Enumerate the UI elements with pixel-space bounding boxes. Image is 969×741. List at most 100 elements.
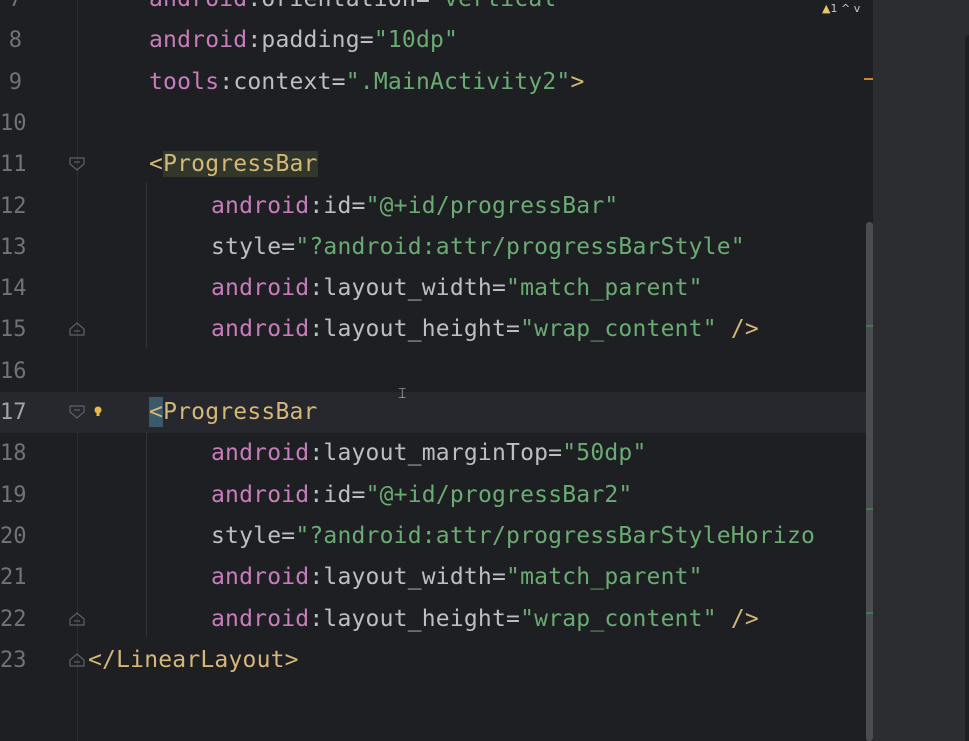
line-number[interactable]: 8 (0, 29, 22, 53)
token-punct: = (281, 233, 296, 260)
warning-marker[interactable] (864, 78, 873, 80)
code-line[interactable]: 14 android:layout_width="match_parent" (0, 268, 873, 309)
token-punct: = (506, 605, 521, 632)
token-punct: : (309, 605, 324, 632)
line-number[interactable]: 9 (0, 70, 22, 95)
vertical-scrollbar[interactable] (866, 222, 873, 741)
lightbulb-icon[interactable] (93, 405, 103, 419)
token-tag: </LinearLayout> (88, 646, 299, 673)
token-tag: /> (730, 316, 759, 343)
token-punct: = (351, 481, 366, 508)
code-text[interactable]: </LinearLayout> (88, 647, 299, 673)
token-attr: style (211, 233, 282, 260)
token-punct: = (491, 275, 507, 302)
token-attr: id (323, 481, 352, 508)
code-text[interactable]: style="?android:attr/progressBarStyleHor… (211, 523, 815, 549)
line-number[interactable]: 21 (0, 566, 27, 590)
line-number[interactable]: 12 (0, 194, 27, 219)
token-tag: ProgressBar (163, 151, 318, 178)
change-marker[interactable] (866, 325, 873, 327)
code-text[interactable]: android:id="@+id/progressBar" (211, 193, 618, 219)
line-number[interactable]: 23 (0, 648, 27, 673)
token-ns: android (211, 605, 310, 632)
line-number[interactable]: 13 (0, 235, 27, 260)
token-attr: layout_width (323, 275, 492, 302)
code-line[interactable]: 7 android:orientation="vertical" (0, 0, 873, 20)
code-text[interactable]: android:padding="10dp" (149, 27, 458, 53)
code-text[interactable]: style="?android:attr/progressBarStyle" (211, 234, 745, 260)
token-ns: android (211, 564, 310, 591)
tool-window-edge (965, 35, 969, 741)
code-line[interactable]: 18 android:layout_marginTop="50dp" (0, 433, 873, 474)
code-text[interactable]: android:layout_height="wrap_content" /> (211, 316, 759, 342)
code-text[interactable]: android:layout_width="match_parent" (211, 564, 703, 590)
code-line[interactable]: 8 android:padding="10dp" (0, 20, 873, 61)
code-line[interactable]: 20 style="?android:attr/progressBarStyleH… (0, 516, 873, 557)
fold-toggle-icon[interactable] (69, 156, 85, 172)
token-attr: style (211, 522, 282, 549)
code-line[interactable]: 11 <ProgressBar (0, 144, 873, 185)
fold-toggle-icon[interactable] (69, 611, 85, 627)
line-number[interactable]: 22 (0, 607, 27, 632)
token-ns: android (149, 27, 248, 54)
code-line[interactable]: 21 android:layout_width="match_parent" (0, 557, 873, 598)
code-text[interactable]: android:id="@+id/progressBar2" (211, 482, 632, 508)
token-str: "match_parent" (506, 275, 703, 302)
next-highlight-icon[interactable]: v (854, 2, 861, 15)
token-tag: < (149, 399, 164, 425)
fold-toggle-icon[interactable] (69, 652, 85, 668)
token-str: "@+id/progressBar" (365, 192, 619, 219)
inspection-widget[interactable]: ▲1 ^ v (822, 2, 860, 15)
token-punct: : (309, 316, 324, 343)
fold-toggle-icon[interactable] (69, 321, 85, 337)
tool-window-strip (873, 0, 969, 741)
token-punct: = (416, 0, 430, 12)
line-number[interactable]: 10 (0, 111, 27, 136)
code-text[interactable]: android:layout_marginTop="50dp" (211, 440, 647, 466)
code-line[interactable]: 13 style="?android:attr/progressBarStyle" (0, 227, 873, 268)
line-number[interactable]: 14 (0, 277, 27, 301)
code-line[interactable]: 15 android:layout_height="wrap_content" /… (0, 309, 873, 350)
line-number[interactable]: 15 (0, 318, 27, 342)
code-text[interactable]: <ProgressBar (149, 151, 318, 178)
token-punct: : (247, 0, 261, 12)
token-punct: : (219, 68, 234, 95)
line-number[interactable]: 18 (0, 442, 27, 466)
token-punct (717, 316, 731, 342)
code-text[interactable]: android:layout_width="match_parent" (211, 275, 703, 301)
line-number[interactable]: 19 (0, 483, 27, 508)
change-marker[interactable] (866, 612, 873, 614)
code-editor[interactable]: 7 android:orientation="vertical" 8 android:… (0, 0, 873, 741)
line-number[interactable]: 7 (0, 0, 22, 12)
token-attr: padding (261, 27, 360, 54)
token-punct: : (309, 481, 324, 508)
fold-toggle-icon[interactable] (69, 404, 85, 420)
code-line[interactable]: 17 <ProgressBar (0, 392, 873, 433)
code-line[interactable]: 23 </LinearLayout> (0, 640, 873, 681)
line-number[interactable]: 11 (0, 153, 27, 177)
token-ns: tools (149, 68, 220, 95)
token-punct: : (309, 275, 324, 302)
previous-highlight-icon[interactable]: ^ (841, 2, 850, 15)
token-punct: = (351, 192, 366, 219)
token-punct: : (247, 27, 262, 54)
code-line[interactable]: 9 tools:context=".MainActivity2"> (0, 62, 873, 103)
change-marker[interactable] (866, 508, 873, 510)
token-str: "@+id/progressBar2" (365, 481, 633, 508)
code-line[interactable]: 22 android:layout_height="wrap_content" /… (0, 599, 873, 640)
code-text[interactable]: <ProgressBar (149, 399, 318, 425)
line-number[interactable]: 20 (0, 524, 27, 549)
code-text[interactable]: tools:context=".MainActivity2"> (149, 69, 585, 95)
token-ns: android (211, 316, 310, 343)
code-text[interactable]: android:layout_height="wrap_content" /> (211, 606, 759, 632)
code-line[interactable]: 19 android:id="@+id/progressBar2" (0, 475, 873, 516)
token-str: "?android:attr/progressBarStyleHorizo (295, 522, 816, 549)
code-line[interactable]: 12 android:id="@+id/progressBar" (0, 186, 873, 227)
line-number[interactable]: 17 (0, 401, 27, 425)
code-text[interactable]: android:orientation="vertical" (149, 0, 570, 12)
token-str: ".MainActivity2" (345, 68, 571, 95)
code-line[interactable]: 16 (0, 351, 873, 392)
line-number[interactable]: 16 (0, 359, 27, 384)
token-attr: layout_height (323, 316, 507, 343)
code-line[interactable]: 10 (0, 103, 873, 144)
